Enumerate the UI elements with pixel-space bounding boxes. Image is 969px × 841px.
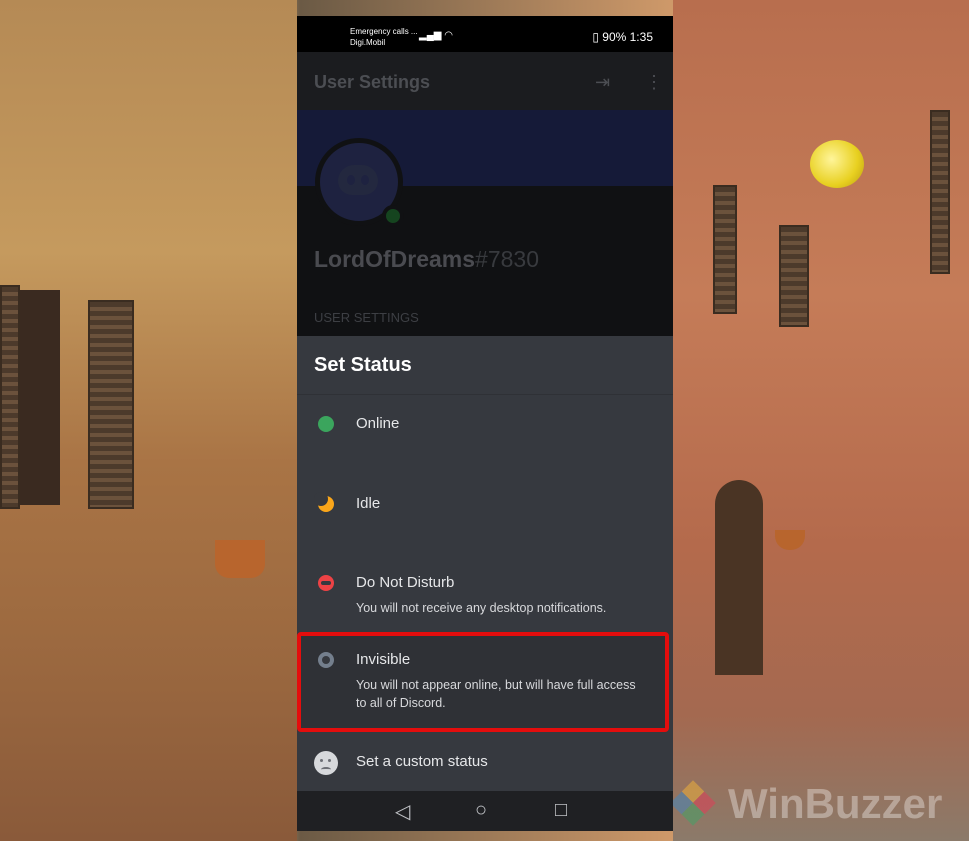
section-label: USER SETTINGS	[314, 310, 419, 325]
status-option-label: Online	[356, 415, 400, 432]
background-shutter	[0, 285, 20, 509]
signal-wifi-icon: ▂▄▆ ◠	[419, 30, 453, 41]
vibrate-icon: ▯	[592, 30, 603, 44]
carrier-line-1: Emergency calls ...	[350, 27, 418, 36]
set-custom-status-button[interactable]: Set a custom status	[297, 741, 673, 787]
avatar[interactable]	[315, 138, 404, 227]
background-shutter	[713, 185, 737, 314]
idle-moon-icon	[314, 492, 334, 512]
invisible-status-icon	[318, 652, 334, 668]
status-bar: Emergency calls ... Digi.Mobil ▂▄▆ ◠ ▯ 9…	[297, 16, 673, 52]
battery-clock: ▯ 90% 1:35	[592, 30, 653, 44]
status-option-description: You will not receive any desktop notific…	[356, 601, 607, 615]
back-icon[interactable]: ◁	[395, 799, 410, 824]
app-header: User Settings ⇥ ⋮	[297, 52, 673, 110]
divider	[297, 394, 673, 395]
emoji-face-icon	[314, 751, 338, 775]
phone-screen: Emergency calls ... Digi.Mobil ▂▄▆ ◠ ▯ 9…	[297, 16, 673, 831]
custom-status-label: Set a custom status	[356, 753, 488, 770]
carrier-line-2: Digi.Mobil	[350, 38, 386, 47]
background-right-wall	[673, 0, 969, 841]
carrier-info: Emergency calls ... Digi.Mobil	[350, 26, 418, 48]
background-shutter	[930, 110, 950, 274]
username: LordOfDreams#7830	[314, 246, 539, 273]
set-status-sheet: Set Status Online Idle Do Not Disturb Yo…	[297, 336, 673, 791]
android-nav-bar: ◁ ○ □	[297, 791, 673, 831]
status-option-do-not-disturb[interactable]: Do Not Disturb You will not receive any …	[297, 556, 673, 630]
more-options-icon[interactable]: ⋮	[645, 72, 663, 93]
logout-icon[interactable]: ⇥	[595, 72, 610, 93]
status-option-description: You will not appear online, but will hav…	[356, 678, 636, 710]
sheet-title: Set Status	[314, 354, 412, 376]
do-not-disturb-icon	[318, 575, 334, 591]
status-option-online[interactable]: Online	[297, 396, 673, 474]
page-title: User Settings	[314, 72, 431, 92]
username-discriminator: #7830	[475, 246, 540, 272]
background-doorway	[715, 480, 763, 675]
background-shutter	[88, 300, 134, 509]
battery-time-text: 90% 1:35	[602, 30, 653, 44]
home-icon[interactable]: ○	[475, 799, 487, 822]
status-option-label: Idle	[356, 495, 381, 512]
status-option-label: Do Not Disturb	[356, 574, 455, 591]
status-option-idle[interactable]: Idle	[297, 476, 673, 554]
online-status-icon	[318, 416, 334, 432]
watermark-text: WinBuzzer	[728, 780, 943, 827]
background-street-lamp	[810, 140, 864, 188]
recents-icon[interactable]: □	[555, 799, 567, 822]
status-option-invisible[interactable]: Invisible You will not appear online, bu…	[297, 632, 669, 732]
background-flower-pot	[215, 540, 265, 578]
discord-logo-icon	[338, 165, 378, 195]
username-name: LordOfDreams	[314, 246, 476, 272]
status-option-label: Invisible	[356, 651, 411, 668]
background-shutter	[779, 225, 809, 327]
avatar-status-indicator	[382, 205, 404, 227]
